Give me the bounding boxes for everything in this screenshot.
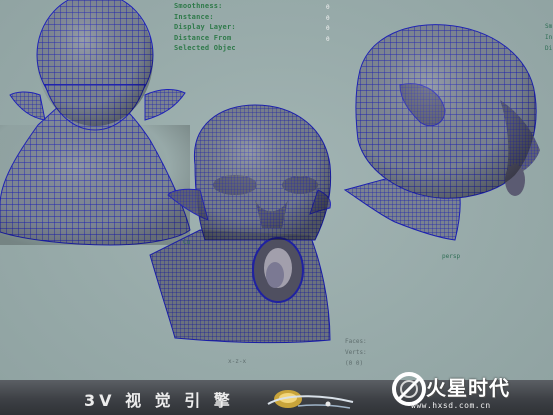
brand-title: 3V 视 觉 引 擎 bbox=[84, 391, 234, 410]
watermark-url: www.hxsd.com.cn bbox=[411, 401, 491, 410]
planet-logo-icon bbox=[267, 390, 354, 409]
back-view-head-mesh[interactable] bbox=[0, 0, 191, 246]
hud-line: Distance From bbox=[174, 33, 232, 42]
hud-value: 0 bbox=[326, 25, 330, 32]
right-edge-label: Sm bbox=[545, 23, 553, 30]
side-marker: Cu bbox=[183, 239, 191, 246]
faces-label: Faces: bbox=[345, 338, 367, 345]
hud-line: Display Layer: bbox=[174, 23, 236, 31]
persp-label: persp bbox=[442, 253, 461, 260]
maya-viewport-screenshot: Smoothness: Instance: Display Layer: Dis… bbox=[0, 0, 553, 415]
verts-label: Verts: bbox=[345, 349, 367, 356]
watermark-title: 火星时代 bbox=[426, 376, 510, 400]
coords-label: (0 0) bbox=[345, 360, 364, 367]
hud-line: Selected Objec bbox=[174, 44, 236, 52]
hud-value: 0 bbox=[326, 14, 330, 22]
hud-line: Instance: bbox=[174, 12, 214, 21]
right-edge-label: In bbox=[545, 34, 553, 41]
hud-line: Smoothness: bbox=[174, 2, 223, 10]
3d-viewport[interactable] bbox=[0, 0, 553, 380]
hud-value: 0 bbox=[326, 35, 330, 43]
side-view-head-mesh[interactable] bbox=[343, 24, 540, 241]
axis-code-label: x-z-x bbox=[228, 358, 247, 365]
right-edge-label: Di bbox=[545, 45, 553, 52]
hud-readout: Smoothness: Instance: Display Layer: Dis… bbox=[174, 1, 236, 54]
hud-values: 0 0 0 0 bbox=[326, 3, 330, 45]
hud-value: 0 bbox=[326, 4, 330, 11]
